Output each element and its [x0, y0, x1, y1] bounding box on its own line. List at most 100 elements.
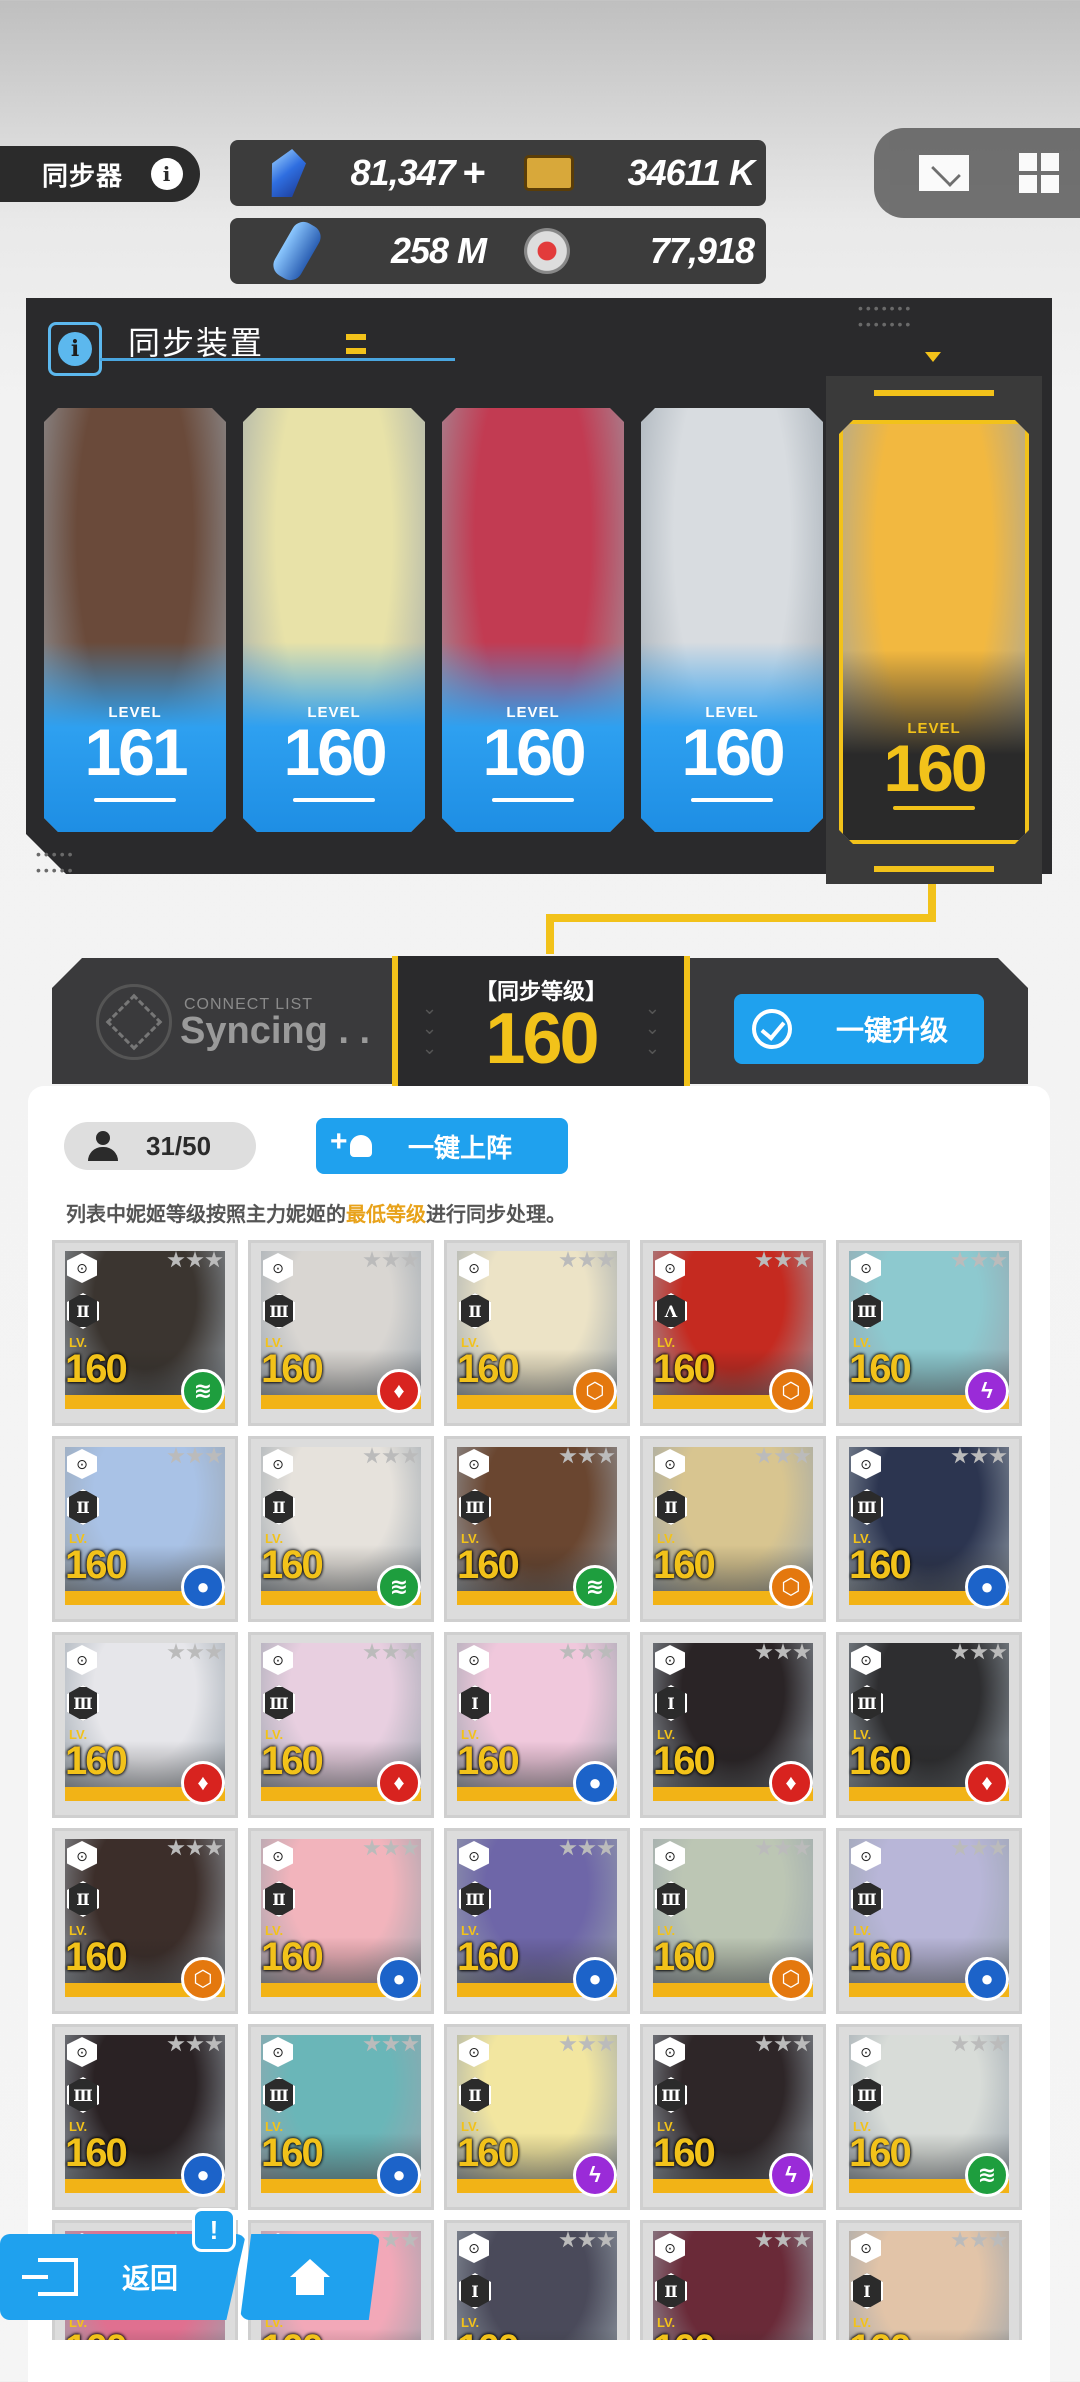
nikke-tile[interactable]: ⊙ⅠLV.160●: [444, 1632, 630, 1818]
star-icon: [578, 2231, 596, 2248]
star-icon: [774, 1643, 792, 1660]
star-rating: [167, 2035, 223, 2053]
synchro-card-2[interactable]: LEVEL 160: [243, 408, 425, 832]
nikke-tile[interactable]: ⊙ Ⅲ LV. 160 ●: [52, 2024, 238, 2210]
nikke-tile[interactable]: ⊙ Ⅲ LV. 160 ●: [248, 2024, 434, 2210]
nikke-tile[interactable]: ⊙ Ⅱ LV. 160 ●: [52, 1436, 238, 1622]
deploy-button-label: 一键上阵: [408, 1132, 513, 1163]
star-rating: [951, 2035, 1007, 2053]
star-icon: [755, 2035, 773, 2052]
one-click-upgrade-button[interactable]: 一键升级: [734, 994, 984, 1064]
gems-resource[interactable]: 81,347 +: [230, 140, 498, 206]
people-icon: [88, 1131, 120, 1161]
star-icon: [205, 1251, 223, 1268]
info-icon[interactable]: i: [151, 158, 184, 190]
star-icon: [597, 1447, 615, 1464]
cores-resource: 77,918: [498, 218, 766, 284]
alert-badge[interactable]: !: [192, 2208, 236, 2252]
sync-level-display: ⌄ ⌄ ⌄ ⌄ ⌄ ⌄ 【同步等级】 160: [392, 956, 690, 1086]
star-icon: [186, 1447, 204, 1464]
nikke-tile[interactable]: ⊙ Ⅲ LV. 160 ●: [444, 1828, 630, 2014]
nikke-tile[interactable]: ⊙ Ⅲ LV. 160 ●: [836, 1828, 1022, 2014]
star-icon: [559, 2231, 577, 2248]
star-rating: [951, 1251, 1007, 1269]
nikke-tile[interactable]: ⊙ⅢLV.160♦: [52, 1632, 238, 1818]
tile-level: 160: [261, 1543, 324, 1587]
battle-data-value: 258 M: [390, 230, 487, 271]
star-rating: [559, 1839, 615, 1857]
nikke-tile[interactable]: ⊙ Ⅲ LV. 160 ≋: [836, 2024, 1022, 2210]
tile-level: 160: [849, 2131, 912, 2175]
nikke-tile[interactable]: ⊙ Ⅲ LV. 160 ●: [836, 1436, 1022, 1622]
syncing-status: Syncing . .: [180, 1010, 371, 1052]
synchro-card-3[interactable]: LEVEL 160: [442, 408, 624, 832]
star-icon: [774, 1251, 792, 1268]
nikke-tile[interactable]: ⊙ Ⅲ LV. 160 ϟ: [836, 1240, 1022, 1426]
star-icon: [167, 1839, 185, 1856]
star-icon: [559, 1251, 577, 1268]
star-icon: [401, 1643, 419, 1660]
nikke-tile[interactable]: ⊙ Ⅱ LV. 160 ⬡: [52, 1828, 238, 2014]
nikke-tile[interactable]: ⊙ Ⅱ LV. 160 ϟ: [444, 2024, 630, 2210]
water-element-icon: ●: [965, 1565, 1009, 1609]
nikke-tile[interactable]: ⊙ⅢLV.160♦: [248, 1632, 434, 1818]
note-highlight: 最低等级: [346, 1204, 426, 1226]
core-dust-icon: [524, 228, 570, 274]
info-icon: i: [58, 332, 92, 366]
nikke-tile[interactable]: ⊙ Ⅱ LV. 160 ⬡: [640, 1436, 826, 1622]
star-icon: [578, 1839, 596, 1856]
iron-element-icon: ⬡: [769, 1957, 813, 2001]
water-element-icon: ●: [965, 1957, 1009, 2001]
star-icon: [951, 1447, 969, 1464]
nikke-tile[interactable]: ⊙ Λ LV. 160 ⬡: [640, 1240, 826, 1426]
nikke-tile[interactable]: ⊙ⅠLV.160●: [444, 2220, 630, 2340]
add-gems-button[interactable]: +: [463, 151, 486, 196]
one-click-deploy-button[interactable]: 一键上阵: [316, 1118, 568, 1174]
star-icon: [970, 2231, 988, 2248]
fire-element-icon: ♦: [181, 1761, 225, 1805]
star-icon: [597, 2231, 615, 2248]
water-element-icon: ●: [181, 1565, 225, 1609]
mail-icon[interactable]: [919, 155, 969, 191]
nikke-tile[interactable]: ⊙ Ⅲ LV. 160 ⬡: [640, 1828, 826, 2014]
nikke-tile[interactable]: ⊙ Ⅰ LV. 160 ♦: [640, 1632, 826, 1818]
star-icon: [970, 1251, 988, 1268]
star-icon: [793, 1251, 811, 1268]
tile-level: 160: [653, 1739, 716, 1783]
menu-grid-icon[interactable]: [1019, 153, 1059, 193]
synchro-card-1[interactable]: LEVEL 161: [44, 408, 226, 832]
nikke-tile[interactable]: ⊙ Ⅲ LV. 160 ≋: [444, 1436, 630, 1622]
star-rating: [951, 1447, 1007, 1465]
nikke-tile[interactable]: ⊙ⅡLV.160♦: [640, 2220, 826, 2340]
nikke-tile[interactable]: ⊙ Ⅱ LV. 160 ⬡: [444, 1240, 630, 1426]
synchro-card-5-highlighted[interactable]: LEVEL 160: [839, 420, 1029, 844]
star-icon: [989, 1839, 1007, 1856]
star-rating: [559, 1251, 615, 1269]
nikke-tile[interactable]: ⊙ Ⅱ LV. 160 ≋: [52, 1240, 238, 1426]
star-icon: [363, 1643, 381, 1660]
star-icon: [382, 1839, 400, 1856]
home-button[interactable]: [240, 2234, 380, 2320]
synchro-info-button[interactable]: i: [48, 322, 102, 376]
nikke-tile[interactable]: ⊙ⅢLV.160♦: [836, 1632, 1022, 1818]
equals-decoration: [346, 334, 366, 354]
synchro-card-4[interactable]: LEVEL 160: [641, 408, 823, 832]
star-icon: [951, 1839, 969, 1856]
star-icon: [989, 1251, 1007, 1268]
star-rating: [167, 1839, 223, 1857]
nikke-tile[interactable]: ⊙ Ⅲ LV. 160 ϟ: [640, 2024, 826, 2210]
note-text: 列表中妮姬等级按照主力妮姬的: [66, 1204, 346, 1226]
nikke-tile[interactable]: ⊙ Ⅱ LV. 160 ●: [248, 1828, 434, 2014]
star-icon: [382, 1643, 400, 1660]
star-icon: [167, 2035, 185, 2052]
star-icon: [951, 2231, 969, 2248]
nikke-tile[interactable]: ⊙ⅠLV.160⬡: [836, 2220, 1022, 2340]
nikke-tile[interactable]: ⊙ⅢLV.160♦: [248, 1240, 434, 1426]
star-icon: [755, 1447, 773, 1464]
gem-icon: [265, 149, 309, 197]
tile-level: 160: [653, 2327, 716, 2340]
synchronizer-tag[interactable]: 同步器 i: [0, 146, 200, 202]
tile-level: 160: [457, 1543, 520, 1587]
wind-element-icon: ≋: [573, 1565, 617, 1609]
nikke-tile[interactable]: ⊙ Ⅱ LV. 160 ≋: [248, 1436, 434, 1622]
